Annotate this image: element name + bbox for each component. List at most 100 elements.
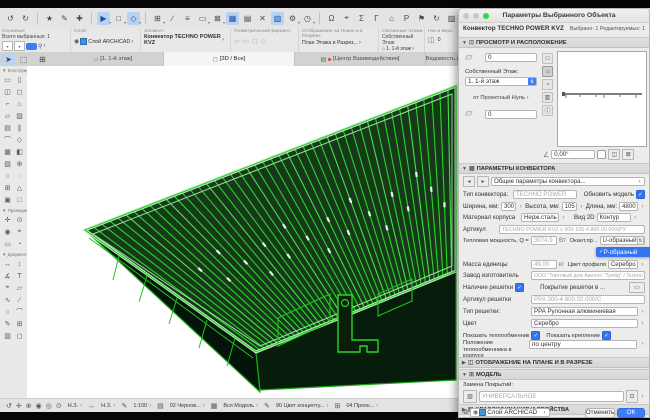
tool-door[interactable]: ◫: [2, 86, 14, 98]
layers-icon[interactable]: ▤: [157, 402, 164, 410]
toolbox-section-header[interactable]: ▼ Проекции: [0, 206, 27, 214]
home-story-stepper[interactable]: ⇅: [528, 77, 536, 86]
elevation-top-field[interactable]: 0: [485, 53, 537, 62]
eye-icon[interactable]: ◉: [74, 38, 79, 45]
hatch-icon[interactable]: ▨: [445, 12, 458, 25]
pen-icon[interactable]: ✎: [121, 402, 127, 410]
mirror-checkbox[interactable]: [597, 150, 606, 159]
tool-text[interactable]: T: [14, 270, 26, 282]
structure-display-field[interactable]: Вся Модель: [221, 403, 260, 409]
walk-icon[interactable]: ◎: [46, 402, 52, 410]
redo-icon[interactable]: ↻: [19, 12, 32, 25]
hx-position-field[interactable]: по центру: [529, 340, 637, 349]
pen-set-icon[interactable]: ✎: [264, 402, 270, 410]
arrow-mode-icon[interactable]: ▶: [97, 12, 110, 25]
snap-reference-icon[interactable]: ≡: [181, 12, 194, 25]
close-window-button[interactable]: [463, 13, 469, 19]
tool-spline[interactable]: ∿: [2, 294, 14, 306]
cancel-button[interactable]: Отменить: [585, 408, 615, 418]
pen-override-field[interactable]: Н.З.: [66, 403, 84, 409]
tool-beam[interactable]: ⌐: [2, 98, 14, 110]
zoom-icon[interactable]: ⊕: [26, 402, 32, 410]
section-model[interactable]: ▼ ⊞ МОДЕЛЬ: [459, 369, 649, 380]
info-view-icon[interactable]: ⓘ: [542, 105, 553, 116]
material-popup-icon[interactable]: ›: [561, 215, 566, 221]
target-icon[interactable]: ⌖: [340, 12, 353, 25]
tool-projection[interactable]: ▭: [2, 238, 14, 250]
prev-page-button[interactable]: ◂: [463, 176, 475, 187]
tool-dimension[interactable]: ↔: [2, 258, 14, 270]
pen-set-field[interactable]: 90 Цвет концепту...: [274, 403, 331, 409]
layer-value[interactable]: Слой ARCHICAD: [88, 39, 130, 45]
tool-camera[interactable]: ✛: [2, 214, 14, 226]
footer-layer-select[interactable]: ◉ Слой ARCHICAD ›: [470, 408, 550, 417]
elevation-bottom-field[interactable]: 0: [485, 110, 537, 119]
hx-position-popup-icon[interactable]: ›: [640, 341, 645, 347]
profile-color-field[interactable]: Серебро: [608, 260, 638, 269]
history-icon[interactable]: ◷: [301, 12, 314, 25]
settings-icon[interactable]: ⚙: [286, 12, 299, 25]
marquee-tool-button[interactable]: ⬚: [17, 53, 30, 65]
tool-grid-element[interactable]: ⊞: [14, 318, 26, 330]
model-view-field[interactable]: 04 Проек...: [344, 403, 380, 409]
pickup-parameters-icon[interactable]: ✎: [58, 12, 71, 25]
grate-checkbox[interactable]: ✓: [515, 283, 524, 292]
tool-misc[interactable]: □: [14, 194, 26, 206]
tool-stair[interactable]: ▤: [2, 122, 14, 134]
tool-roof[interactable]: ⌂: [14, 98, 26, 110]
tool-mesh[interactable]: ▨: [14, 110, 26, 122]
corner-icon[interactable]: Γ: [370, 12, 383, 25]
delete-icon[interactable]: ✕: [256, 12, 269, 25]
tab-floor-plan[interactable]: ▱[1. 1-й этаж]: [63, 52, 164, 66]
layers-stack-icon[interactable]: ⧉: [463, 409, 468, 417]
tool-freehand[interactable]: ✎: [2, 318, 14, 330]
coating-popup-icon[interactable]: ›: [640, 394, 645, 400]
elevation-view-icon[interactable]: ⌂: [542, 66, 553, 77]
edge-profile-select[interactable]: U-образный ⇅: [600, 236, 645, 245]
tool-equipment[interactable]: ⊞: [2, 182, 14, 194]
publisher-icon[interactable]: P: [400, 12, 413, 25]
material-field[interactable]: Нерж.сталь: [521, 213, 559, 222]
arrow-tool-button[interactable]: ➤: [2, 53, 15, 65]
magnet-icon[interactable]: Ω: [325, 12, 338, 25]
fit-icon[interactable]: ⊙: [56, 402, 62, 410]
height-field[interactable]: 105: [562, 202, 577, 211]
length-field[interactable]: 4800: [619, 202, 638, 211]
show-mount-checkbox[interactable]: ✓: [602, 331, 611, 340]
suspend-groups-icon[interactable]: ⊠: [211, 12, 224, 25]
pickup-icon[interactable]: ⚲: [38, 43, 42, 50]
tool-slab[interactable]: ▱: [2, 110, 14, 122]
section-convector-params[interactable]: ▼ ▦ ПАРАМЕТРЫ КОНВЕКТОРА: [459, 163, 649, 174]
quick-layers-icon[interactable]: ▦: [226, 12, 239, 25]
tool-object[interactable]: ⊕: [14, 158, 26, 170]
tab-3d-all[interactable]: ◻[3D / Все]: [164, 52, 295, 66]
edge-profile-menu-item-selected[interactable]: Р-образный: [596, 247, 650, 257]
flag-icon[interactable]: ⚑: [415, 12, 428, 25]
element-value[interactable]: Конвектор TECHNO POWER KVZ: [144, 34, 222, 47]
element-info-icon[interactable]: ▤: [241, 12, 254, 25]
width-popup-icon[interactable]: ›: [518, 204, 523, 210]
3d-view-icon[interactable]: ◔: [542, 79, 553, 90]
ok-button[interactable]: ОК: [617, 408, 645, 418]
fill-override-field[interactable]: Н.З.: [99, 403, 117, 409]
view2d-field[interactable]: Контур: [597, 213, 631, 222]
type-field[interactable]: TECHNO POWER: [513, 190, 577, 199]
color-field[interactable]: Серебро: [531, 319, 638, 328]
geometry-variant-2-icon[interactable]: ▭: [242, 37, 249, 45]
snap-grid-icon[interactable]: ▧: [271, 12, 284, 25]
swap-icon[interactable]: ↔: [88, 403, 95, 410]
view2d-popup-icon[interactable]: ›: [633, 215, 638, 221]
tool-railing[interactable]: ∥: [14, 122, 26, 134]
width-field[interactable]: 300: [501, 202, 516, 211]
tool-arc[interactable]: ⌒: [14, 306, 26, 318]
tool-focus[interactable]: ⌖: [14, 226, 26, 238]
tool-panel[interactable]: ▣: [2, 194, 14, 206]
selection-filter-icon[interactable]: ◇: [127, 12, 140, 25]
tool-skylight[interactable]: ◧: [14, 146, 26, 158]
coating-browse-button[interactable]: ⊡: [626, 390, 638, 403]
home-story-select[interactable]: 1. 1-й этаж ⇅: [465, 77, 537, 86]
element-popup-icon[interactable]: ›: [222, 37, 224, 43]
inject-parameters-icon[interactable]: ✚: [73, 12, 86, 25]
tool-line[interactable]: ∕: [14, 294, 26, 306]
next-page-button[interactable]: ▸: [477, 176, 489, 187]
